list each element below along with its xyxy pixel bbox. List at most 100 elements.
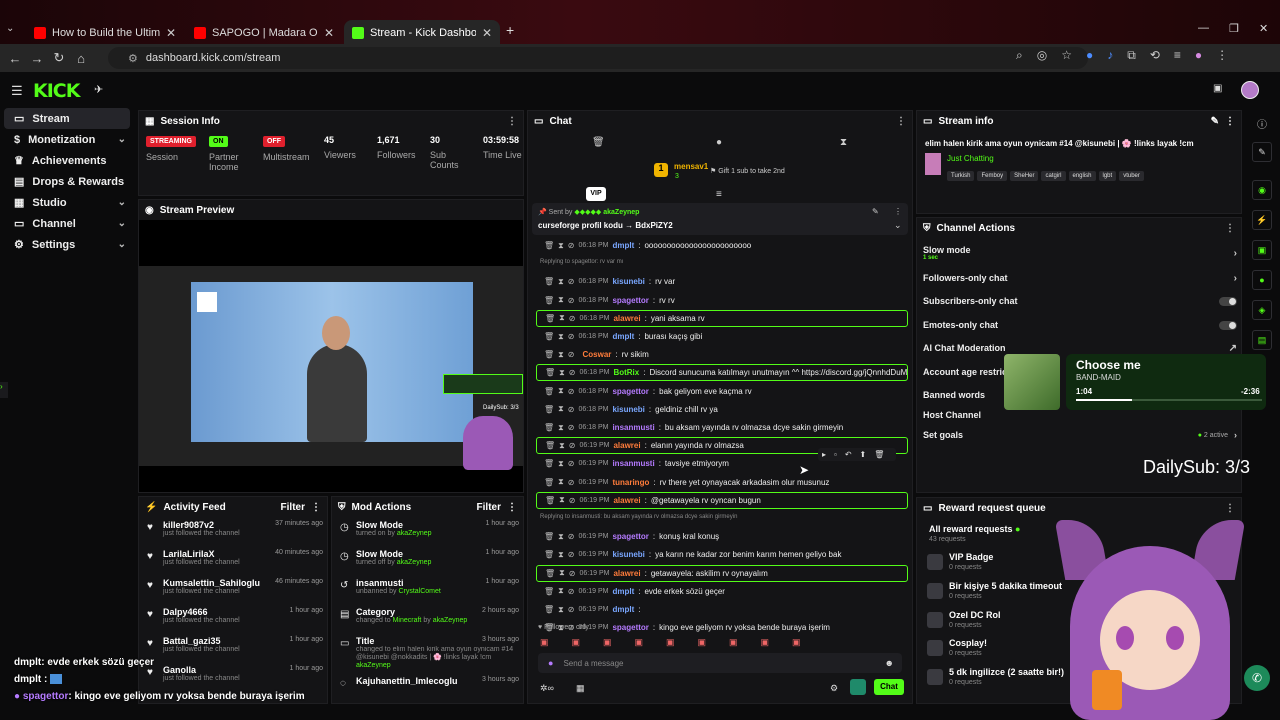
sidebar-item-channel[interactable]: ▭ Channel ⌄ xyxy=(4,213,130,234)
trash-icon[interactable]: 🗑 xyxy=(544,550,554,559)
url-input[interactable]: ⚙ dashboard.kick.com/stream xyxy=(108,47,1088,69)
ban-icon[interactable]: ⊘ xyxy=(569,441,576,450)
hourglass-icon[interactable]: ⧗ xyxy=(840,137,847,148)
tag[interactable]: vtuber xyxy=(1119,171,1144,181)
star-icon[interactable]: ☆ xyxy=(1061,48,1072,63)
trash-icon[interactable]: 🗑 xyxy=(544,387,554,396)
ban-icon[interactable]: ⊘ xyxy=(568,423,575,432)
tab-search-icon[interactable]: ⌄ xyxy=(6,23,14,34)
close-tab-icon[interactable]: ✕ xyxy=(166,26,176,40)
all-rewards-row[interactable]: All reward requests ● xyxy=(929,524,1020,534)
ban-icon[interactable]: ⊘ xyxy=(568,478,575,487)
studio-mode-icon[interactable]: ▣ xyxy=(1213,83,1222,94)
chat-message[interactable]: 🗑 ⧗ ⊘ 06:19 PM alawrei: @getawayela rv oyncan… xyxy=(536,491,908,509)
chat-username[interactable]: spagettor xyxy=(612,387,648,396)
timeout-icon[interactable]: ⧗ xyxy=(559,313,565,323)
chat-fab-icon[interactable]: ✆ xyxy=(1244,665,1270,691)
tag[interactable]: english xyxy=(1068,171,1096,181)
chat-username[interactable]: BotRix xyxy=(613,368,639,377)
extensions-icon[interactable]: ⧉ xyxy=(1127,48,1136,63)
timeout-icon[interactable]: ⧗ xyxy=(558,459,564,469)
ban-icon[interactable]: ⊘ xyxy=(568,550,575,559)
minimize-icon[interactable]: — xyxy=(1198,22,1209,34)
chat-message[interactable]: 🗑 ⧗ ⊘ 06:18 PM dmplt: burası kaçış gibi xyxy=(536,328,908,345)
timeout-icon[interactable]: ⧗ xyxy=(558,350,564,360)
ban-icon[interactable]: ⊘ xyxy=(569,368,576,377)
info-icon[interactable]: ⓘ xyxy=(1257,116,1267,131)
chat-message[interactable]: 🗑 ⧗ ⊘ 06:18 PM alawrei: yani aksama rv xyxy=(536,309,908,327)
sidebar-item-settings[interactable]: ⚙ Settings ⌄ xyxy=(4,234,130,255)
trash-icon[interactable]: 🗑 xyxy=(544,587,554,596)
ban-icon[interactable]: ⊘ xyxy=(568,296,575,305)
message-actions-toolbar[interactable]: ▸▫↶⬆🗑 xyxy=(818,448,897,461)
sidebar-item-monetization[interactable]: $ Monetization ⌄ xyxy=(4,129,130,150)
close-window-icon[interactable]: ✕ xyxy=(1259,22,1268,35)
gift-sub-prompt[interactable]: ⚑ Gift 1 sub to take 2nd xyxy=(710,167,785,175)
reply-context[interactable]: Replying to insanmusti: bu aksam yayında… xyxy=(540,514,737,520)
timeout-icon[interactable]: ⧗ xyxy=(558,532,564,542)
mod-category[interactable]: Minecraft xyxy=(393,617,422,624)
chat-message[interactable]: 🗑 ⧗ ⊘ 06:19 PM alawrei: getawayela: askilim r… xyxy=(536,564,908,582)
edit-icon[interactable]: ✎ xyxy=(1211,116,1219,127)
chat-username[interactable]: insanmusti xyxy=(612,459,654,468)
sidebar-item-studio[interactable]: ▦ Studio ⌄ xyxy=(4,192,130,213)
timeout-icon[interactable]: ⧗ xyxy=(558,404,564,414)
chat-username[interactable]: spagettor xyxy=(612,623,648,632)
extension-icon[interactable]: ● xyxy=(1086,48,1093,63)
chat-username[interactable]: kisunebi xyxy=(612,277,644,286)
chat-username[interactable]: insanmusti xyxy=(612,423,654,432)
chat-message[interactable]: 🗑 ⧗ ⊘ 06:18 PM kisunebi: rv var xyxy=(536,273,908,290)
chat-username[interactable]: dmplt xyxy=(612,332,634,341)
ban-icon[interactable]: ⊘ xyxy=(568,459,575,468)
trash-icon[interactable]: 🗑 xyxy=(592,137,605,148)
broadcast-icon[interactable]: ◈ xyxy=(1252,300,1272,320)
chat-message[interactable]: 🗑 ⧗ ⊘ 06:18 PM spagettor: rv rv xyxy=(536,292,908,309)
reply-context[interactable]: Replying to spagettor: rv var mı xyxy=(540,259,623,265)
bolt-icon[interactable]: ⚡ xyxy=(1252,210,1272,230)
more-icon[interactable]: ⋮ xyxy=(1225,223,1235,234)
timeout-icon[interactable]: ⧗ xyxy=(559,495,565,505)
chevron-down-icon[interactable]: ⌄ xyxy=(894,220,902,231)
kick-logo[interactable]: KICK xyxy=(33,80,80,102)
gear-icon[interactable]: ⚙ xyxy=(830,683,838,694)
tag[interactable]: Femboy xyxy=(977,171,1008,181)
chat-username[interactable]: alawrei xyxy=(613,496,640,505)
trash-icon[interactable]: 🗑 xyxy=(544,459,554,468)
chat-username[interactable]: kisunebi xyxy=(612,405,644,414)
emoji-icon[interactable]: ☻ xyxy=(885,658,894,668)
ban-icon[interactable]: ⊘ xyxy=(568,532,575,541)
reload-icon[interactable]: ↻ xyxy=(48,50,70,66)
chat-username[interactable]: spagettor xyxy=(612,296,648,305)
more-icon[interactable]: ⋮ xyxy=(894,207,902,216)
user-avatar[interactable] xyxy=(1241,81,1259,99)
category-link[interactable]: Just Chatting xyxy=(947,154,994,163)
chat-input[interactable]: ● Send a message ☻ xyxy=(538,653,902,673)
filter-button[interactable]: Filter xyxy=(281,502,305,513)
profile-avatar[interactable]: ● xyxy=(1195,48,1202,63)
menu-icon[interactable]: ⋮ xyxy=(1216,48,1228,63)
timeout-icon[interactable]: ⧗ xyxy=(558,332,564,342)
speech-bubble-icon[interactable]: ● xyxy=(716,137,722,148)
ban-icon[interactable]: ⊘ xyxy=(569,314,576,323)
timeout-icon[interactable]: ⧗ xyxy=(559,568,565,578)
trash-icon[interactable]: 🗑 xyxy=(544,423,554,432)
stream-video[interactable]: DailySub: 3/3 xyxy=(139,220,523,492)
timeout-icon[interactable]: ⧗ xyxy=(558,295,564,305)
new-tab-icon[interactable]: + xyxy=(506,22,514,38)
timeout-icon[interactable]: ⧗ xyxy=(558,277,564,287)
chat-username[interactable]: alawrei xyxy=(613,569,640,578)
chat-message[interactable]: 🗑 ⧗ ⊘ 06:19 PM dmplt: evde erkek sözü geçer xyxy=(536,583,908,600)
site-info-icon[interactable]: ⚙ xyxy=(128,52,138,65)
trash-icon[interactable]: 🗑 xyxy=(544,532,554,541)
trash-icon[interactable]: 🗑 xyxy=(544,332,554,341)
ban-icon[interactable]: ⊘ xyxy=(568,605,575,614)
zoom-icon[interactable]: ⌕ xyxy=(1016,48,1023,63)
unpin-icon[interactable]: ✎ xyxy=(872,207,879,216)
tab-2[interactable]: SAPOGO | Madara Olduk #606 ✕ xyxy=(186,20,342,46)
chat-username[interactable]: dmplt xyxy=(612,587,634,596)
timeout-icon[interactable]: ⧗ xyxy=(558,386,564,396)
top-gifter-name[interactable]: mensav1 xyxy=(674,162,708,171)
trash-icon[interactable]: 🗑 xyxy=(544,350,554,359)
gift-icon[interactable]: ▦ xyxy=(576,683,585,694)
timeout-icon[interactable]: ⧗ xyxy=(558,586,564,596)
